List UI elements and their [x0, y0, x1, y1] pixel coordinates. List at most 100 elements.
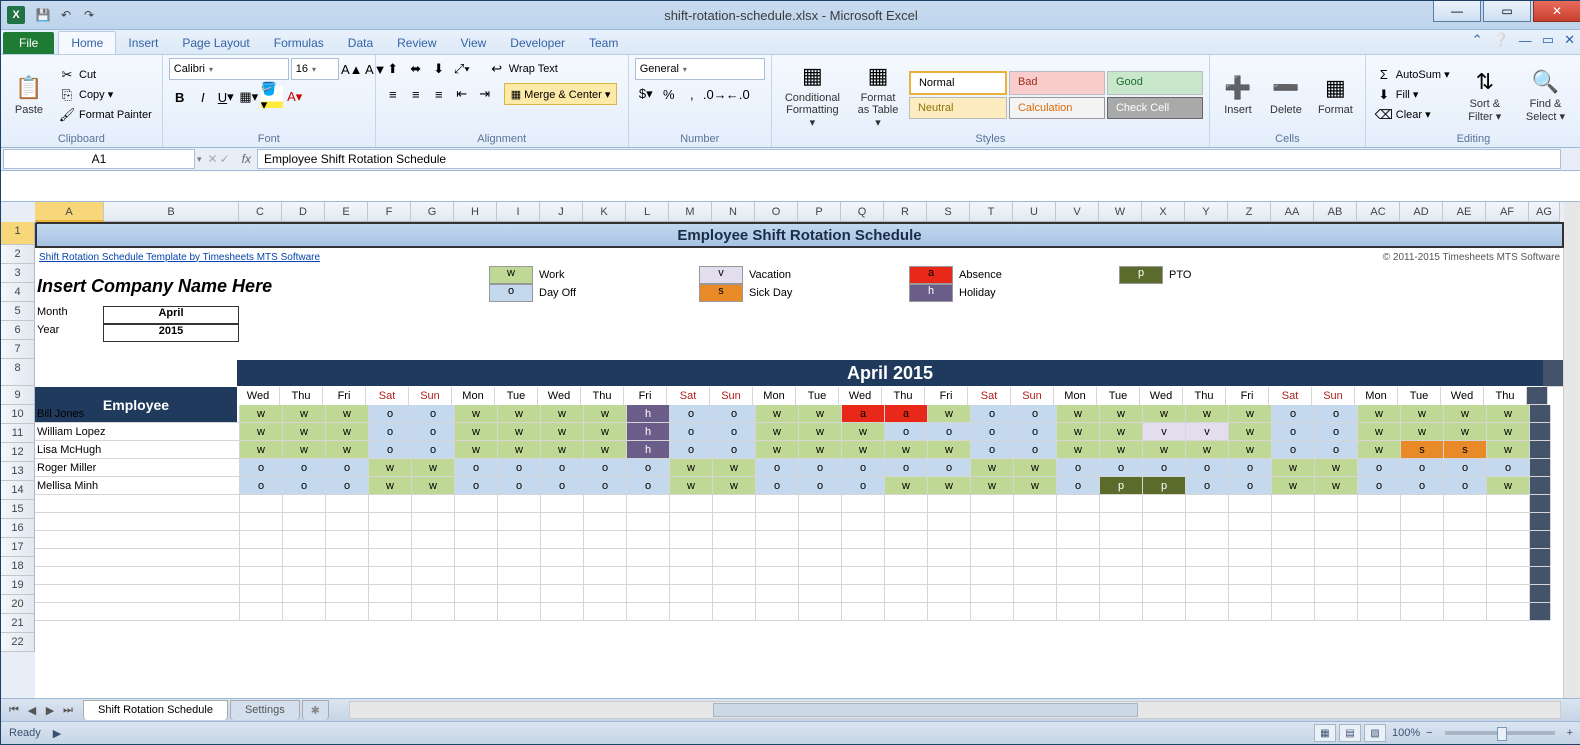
empty-cell[interactable]: [1186, 567, 1229, 585]
shift-cell[interactable]: o: [369, 423, 412, 441]
clear-button[interactable]: ⌫Clear ▾: [1372, 106, 1454, 124]
empty-cell[interactable]: [627, 585, 670, 603]
row-header[interactable]: 4: [1, 283, 35, 302]
shift-cell[interactable]: o: [498, 459, 541, 477]
tab-formulas[interactable]: Formulas: [262, 32, 336, 54]
empty-cell[interactable]: [283, 585, 326, 603]
help-icon[interactable]: ❔: [1493, 32, 1509, 48]
col-header[interactable]: V: [1056, 202, 1099, 222]
shift-cell[interactable]: w: [756, 441, 799, 459]
empty-cell[interactable]: [1315, 531, 1358, 549]
shift-cell[interactable]: o: [756, 477, 799, 495]
shift-cell[interactable]: o: [670, 405, 713, 423]
name-box[interactable]: A1: [3, 149, 195, 169]
zoom-out-button[interactable]: −: [1426, 727, 1432, 739]
sheet-nav-last[interactable]: ⏭: [59, 704, 77, 717]
empty-cell[interactable]: [369, 603, 412, 621]
shift-cell[interactable]: w: [842, 423, 885, 441]
shift-cell[interactable]: o: [971, 423, 1014, 441]
empty-cell[interactable]: [713, 513, 756, 531]
format-cells-button[interactable]: ▦Format: [1312, 70, 1359, 118]
empty-cell[interactable]: [326, 603, 369, 621]
shift-cell[interactable]: w: [584, 405, 627, 423]
shift-cell[interactable]: w: [240, 423, 283, 441]
qat-button[interactable]: ↷: [79, 5, 99, 25]
shift-cell[interactable]: w: [756, 405, 799, 423]
sheet-nav-prev[interactable]: ◀: [23, 704, 41, 717]
formula-bar[interactable]: Employee Shift Rotation Schedule: [257, 149, 1561, 169]
col-header[interactable]: AA: [1271, 202, 1314, 222]
orientation-button[interactable]: ⤢▾: [451, 58, 473, 80]
empty-cell[interactable]: [35, 549, 240, 567]
empty-cell[interactable]: [369, 549, 412, 567]
shift-cell[interactable]: o: [885, 423, 928, 441]
row-header[interactable]: 10: [1, 405, 35, 424]
shift-cell[interactable]: w: [1487, 405, 1530, 423]
empty-cell[interactable]: [369, 567, 412, 585]
shift-cell[interactable]: o: [1272, 423, 1315, 441]
empty-cell[interactable]: [1143, 513, 1186, 531]
ribbon-minimize-icon[interactable]: ⌃: [1472, 32, 1483, 48]
empty-cell[interactable]: [1487, 567, 1530, 585]
col-header[interactable]: J: [540, 202, 583, 222]
style-calculation[interactable]: Calculation: [1009, 97, 1105, 119]
empty-cell[interactable]: [928, 531, 971, 549]
empty-cell[interactable]: [1358, 549, 1401, 567]
shift-cell[interactable]: o: [842, 477, 885, 495]
shift-cell[interactable]: s: [1444, 441, 1487, 459]
empty-cell[interactable]: [885, 585, 928, 603]
empty-cell[interactable]: [1358, 531, 1401, 549]
empty-cell[interactable]: [885, 513, 928, 531]
empty-cell[interactable]: [713, 585, 756, 603]
find-select-button[interactable]: 🔍Find & Select ▾: [1516, 64, 1575, 124]
shift-cell[interactable]: a: [885, 405, 928, 423]
col-header[interactable]: M: [669, 202, 712, 222]
cut-button[interactable]: ✂Cut: [55, 66, 156, 84]
shift-cell[interactable]: w: [799, 423, 842, 441]
insert-cells-button[interactable]: ➕Insert: [1216, 70, 1260, 118]
empty-cell[interactable]: [756, 531, 799, 549]
row-header[interactable]: 9: [1, 386, 35, 405]
col-header[interactable]: W: [1099, 202, 1142, 222]
empty-cell[interactable]: [1401, 513, 1444, 531]
row-header[interactable]: 11: [1, 424, 35, 443]
empty-cell[interactable]: [1186, 585, 1229, 603]
empty-cell[interactable]: [1100, 585, 1143, 603]
shift-cell[interactable]: w: [1401, 423, 1444, 441]
empty-cell[interactable]: [541, 585, 584, 603]
empty-cell[interactable]: [670, 495, 713, 513]
empty-cell[interactable]: [971, 549, 1014, 567]
empty-cell[interactable]: [1444, 513, 1487, 531]
shift-cell[interactable]: w: [1229, 423, 1272, 441]
empty-cell[interactable]: [1358, 585, 1401, 603]
shift-cell[interactable]: o: [756, 459, 799, 477]
empty-cell[interactable]: [885, 531, 928, 549]
macro-record-icon[interactable]: ▶: [53, 727, 61, 740]
empty-cell[interactable]: [1444, 531, 1487, 549]
shift-cell[interactable]: o: [713, 405, 756, 423]
tab-insert[interactable]: Insert: [116, 32, 170, 54]
empty-cell[interactable]: [1272, 603, 1315, 621]
col-header[interactable]: AC: [1357, 202, 1400, 222]
empty-cell[interactable]: [1315, 513, 1358, 531]
delete-cells-button[interactable]: ➖Delete: [1264, 70, 1308, 118]
shift-cell[interactable]: w: [1100, 405, 1143, 423]
empty-cell[interactable]: [1057, 531, 1100, 549]
empty-cell[interactable]: [1358, 495, 1401, 513]
shift-cell[interactable]: w: [928, 441, 971, 459]
shift-cell[interactable]: w: [1100, 423, 1143, 441]
empty-cell[interactable]: [455, 567, 498, 585]
empty-cell[interactable]: [455, 585, 498, 603]
align-middle-button[interactable]: ⬌: [405, 58, 427, 80]
row-header[interactable]: 2: [1, 245, 35, 264]
col-header[interactable]: K: [583, 202, 626, 222]
empty-cell[interactable]: [842, 567, 885, 585]
sheet-tab[interactable]: Settings: [230, 700, 300, 720]
row-header[interactable]: 1: [1, 222, 35, 245]
empty-cell[interactable]: [885, 549, 928, 567]
shift-cell[interactable]: o: [627, 477, 670, 495]
col-header[interactable]: X: [1142, 202, 1185, 222]
employee-name-cell[interactable]: William Lopez: [35, 423, 240, 441]
decrease-indent-button[interactable]: ⇤: [451, 83, 473, 105]
horizontal-scrollbar[interactable]: [349, 701, 1561, 719]
